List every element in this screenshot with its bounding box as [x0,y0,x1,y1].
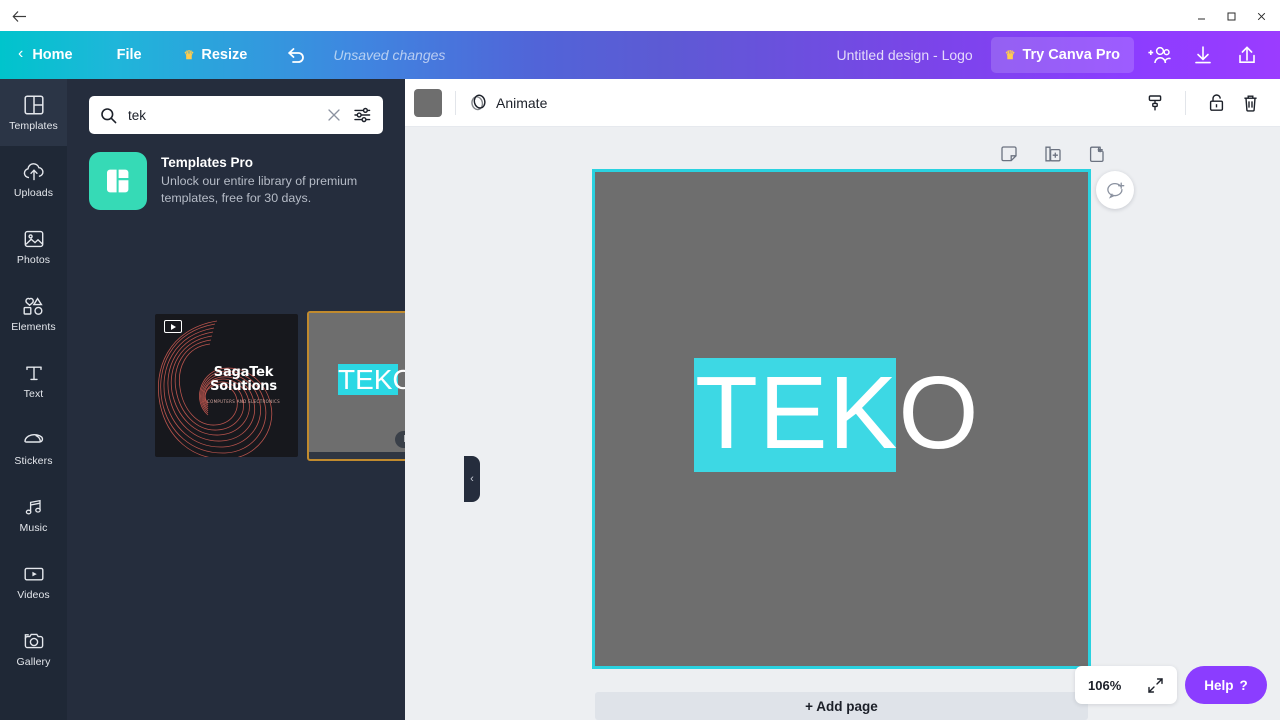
search-bar[interactable] [89,96,383,134]
promo-subtitle: Unlock our entire library of premium tem… [161,174,358,205]
window-maximize-button[interactable] [1216,4,1246,28]
templates-pro-promo[interactable]: Templates Pro Unlock our entire library … [89,152,383,216]
left-rail: Templates Uploads Photos Elements Text S… [0,79,67,720]
templates-panel: Templates Pro Unlock our entire library … [67,79,480,720]
search-icon [100,107,117,124]
toolbar-divider [455,90,456,115]
trash-icon[interactable] [1233,86,1267,120]
collapse-panel-button[interactable]: ‹ [464,456,480,502]
canva-editor-window: ‹ Home File ♛ Resize Unsaved changes Unt… [0,0,1280,720]
notes-icon[interactable] [995,140,1023,168]
add-page-icon[interactable] [1083,140,1111,168]
promo-title: Templates Pro [161,155,254,170]
template-result-sagatek[interactable]: SagaTek Solutions COMPUTERS AND ELECTRONI… [155,314,298,457]
clear-search-icon[interactable] [321,108,347,122]
publish-share-button[interactable] [1228,36,1266,74]
window-titlebar [0,0,1280,31]
design-canvas-page[interactable]: TEKO [592,169,1091,669]
crown-icon: ♛ [1004,48,1016,62]
document-title[interactable]: Untitled design - Logo [837,47,973,63]
app-header: ‹ Home File ♛ Resize Unsaved changes Unt… [0,31,1280,79]
search-input[interactable] [128,107,321,123]
try-canva-pro-button[interactable]: ♛ Try Canva Pro [990,37,1134,73]
stickers-icon [22,428,46,452]
try-pro-label: Try Canva Pro [1022,47,1120,63]
templates-icon [23,93,45,117]
sidebar-item-uploads[interactable]: Uploads [0,146,67,213]
gallery-icon [22,629,46,653]
sidebar-item-music[interactable]: Music [0,481,67,548]
chevron-left-icon: ‹ [18,45,24,62]
copy-style-icon[interactable] [1138,86,1172,120]
search-filter-icon[interactable] [347,106,377,124]
home-button[interactable]: ‹ Home [18,31,73,79]
share-collaborators-button[interactable] [1140,36,1178,74]
help-label: Help [1204,677,1234,693]
sidebar-item-photos[interactable]: Photos [0,213,67,280]
sidebar-label: Videos [17,589,50,602]
sagatek-tagline: COMPUTERS AND ELECTRONICS [206,399,281,404]
sidebar-label: Music [19,522,48,535]
undo-button[interactable] [285,31,307,79]
photos-icon [23,227,45,251]
page-tools-group [995,140,1111,168]
templates-pro-text: Templates Pro Unlock our entire library … [161,152,383,206]
add-comment-button[interactable] [1096,171,1134,209]
sidebar-item-stickers[interactable]: Stickers [0,414,67,481]
sidebar-item-gallery[interactable]: Gallery [0,615,67,682]
file-label: File [116,47,142,63]
element-color-swatch[interactable] [414,88,442,117]
sidebar-label: Elements [11,321,56,334]
sidebar-label: Photos [16,254,51,267]
uploads-icon [22,160,46,184]
animate-icon [471,94,486,111]
header-left-group: ‹ Home File ♛ Resize Unsaved changes [0,31,445,79]
home-label: Home [32,47,73,63]
videos-icon [22,562,46,586]
add-page-button[interactable]: + Add page [595,692,1088,720]
sidebar-item-videos[interactable]: Videos [0,548,67,615]
sidebar-label: Uploads [13,187,54,200]
save-status-text: Unsaved changes [333,47,446,63]
window-minimize-button[interactable] [1186,4,1216,28]
animate-label: Animate [496,94,548,111]
download-button[interactable] [1184,36,1222,74]
sidebar-label: Text [23,388,44,401]
fit-to-screen-icon[interactable] [1147,677,1164,694]
sidebar-item-text[interactable]: Text [0,347,67,414]
zoom-level-value: 106% [1088,677,1122,693]
help-question-icon: ? [1239,677,1248,693]
templates-pro-icon [89,152,147,210]
animate-button[interactable]: Animate [469,93,547,112]
sidebar-label: Templates [9,120,58,133]
help-button[interactable]: Help ? [1185,666,1267,704]
resize-button[interactable]: ♛ Resize [184,31,248,79]
window-controls [1186,4,1276,28]
music-icon [23,495,45,519]
window-close-button[interactable] [1246,4,1276,28]
sagatek-title: SagaTek Solutions [210,365,277,395]
sidebar-label: Stickers [14,455,53,468]
header-right-group: Untitled design - Logo ♛ Try Canva Pro [837,31,1280,79]
video-template-icon [164,320,182,333]
duplicate-page-icon[interactable] [1039,140,1067,168]
text-icon [24,361,44,385]
zoom-control[interactable]: 106% [1075,666,1177,704]
teko-thumb-text: TEKO [338,364,415,395]
resize-label: Resize [201,47,248,63]
sidebar-item-elements[interactable]: Elements [0,280,67,347]
toolbar-divider [1185,90,1186,115]
toolbar-right-group [1138,86,1267,120]
lock-icon[interactable] [1199,86,1233,120]
browser-back-button[interactable] [8,6,30,26]
sidebar-label: Gallery [16,656,51,669]
elements-icon [21,294,46,318]
teko-text-element[interactable]: TEKO [695,348,979,478]
crown-icon: ♛ [183,48,195,62]
file-menu-button[interactable]: File [117,31,142,79]
sidebar-item-templates[interactable]: Templates [0,79,67,146]
editor-toolbar: Animate [405,79,1280,127]
